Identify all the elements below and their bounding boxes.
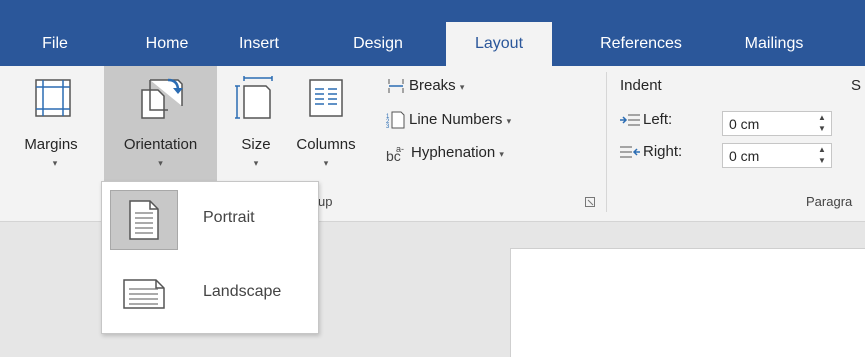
margins-button[interactable]: Margins ▾ xyxy=(12,72,98,192)
document-page[interactable] xyxy=(510,248,865,357)
indent-left-label: Left: xyxy=(643,111,673,128)
landscape-icon xyxy=(123,279,165,309)
indent-left-spinner[interactable]: ▲ ▼ xyxy=(817,112,827,134)
line-numbers-caret: ▾ xyxy=(506,115,512,126)
breaks-label: Breaks xyxy=(409,77,456,94)
page-setup-group-label: up xyxy=(318,194,333,209)
spacing-heading: S xyxy=(851,77,862,94)
svg-text:a-: a- xyxy=(396,144,404,154)
breaks-icon xyxy=(388,79,404,94)
hyphenation-button[interactable]: bc a- Hyphenation ▾ xyxy=(386,143,504,163)
tab-references[interactable]: References xyxy=(580,22,702,66)
group-separator xyxy=(606,72,607,212)
orientation-caret: ▾ xyxy=(158,158,163,168)
indent-right-spinner[interactable]: ▲ ▼ xyxy=(817,144,827,166)
margins-icon xyxy=(35,79,71,117)
indent-right-label-row: Right: xyxy=(620,143,682,160)
indent-left-field[interactable]: 0 cm ▲ ▼ xyxy=(722,111,832,136)
size-button[interactable]: Size ▾ xyxy=(230,72,282,192)
portrait-icon xyxy=(129,200,159,240)
size-icon xyxy=(235,76,273,119)
orientation-option-portrait[interactable]: Portrait xyxy=(106,186,312,256)
landscape-label: Landscape xyxy=(203,283,282,300)
columns-caret: ▾ xyxy=(323,158,329,168)
hyphenation-icon: bc a- xyxy=(386,144,404,163)
tab-design[interactable]: Design xyxy=(338,22,418,66)
svg-text:3: 3 xyxy=(386,124,390,130)
orientation-dropdown: Portrait Landscape xyxy=(101,181,319,334)
size-caret: ▾ xyxy=(253,158,259,168)
landscape-thumb xyxy=(110,264,178,324)
tab-layout[interactable]: Layout xyxy=(446,22,552,66)
portrait-label: Portrait xyxy=(203,209,255,226)
indent-left-label-row: Left: xyxy=(620,111,672,128)
line-numbers-button[interactable]: 1 2 3 Line Numbers ▾ xyxy=(386,110,511,130)
indent-right-field[interactable]: 0 cm ▲ ▼ xyxy=(722,143,832,168)
columns-button[interactable]: Columns ▾ xyxy=(288,72,364,192)
orientation-option-landscape[interactable]: Landscape xyxy=(106,260,312,330)
columns-icon xyxy=(309,79,343,117)
paragraph-group-label: Paragra xyxy=(806,194,853,209)
orientation-label: Orientation xyxy=(123,136,198,153)
portrait-thumb xyxy=(110,190,178,250)
margins-label: Margins xyxy=(24,136,78,153)
columns-label: Columns xyxy=(296,136,356,153)
hyphenation-caret: ▾ xyxy=(499,148,504,159)
indent-left-value: 0 cm xyxy=(729,116,760,132)
tab-insert[interactable]: Insert xyxy=(222,22,296,66)
hyphenation-label: Hyphenation xyxy=(411,143,496,161)
dialog-launcher-icon[interactable] xyxy=(585,197,595,207)
indent-left-icon xyxy=(620,114,640,126)
tab-home[interactable]: Home xyxy=(128,22,206,66)
indent-right-value: 0 cm xyxy=(729,148,760,164)
tab-file[interactable]: File xyxy=(20,22,90,66)
indent-right-label: Right: xyxy=(643,143,683,160)
breaks-button[interactable]: Breaks ▾ xyxy=(386,77,464,95)
ribbon-tab-bar: File Home Insert Design Layout Reference… xyxy=(0,0,865,66)
indent-right-icon xyxy=(620,146,640,158)
breaks-caret: ▾ xyxy=(459,82,465,92)
orientation-icon xyxy=(141,78,183,119)
size-label: Size xyxy=(241,136,271,153)
line-numbers-icon: 1 2 3 xyxy=(386,111,405,130)
tab-mailings[interactable]: Mailings xyxy=(724,22,824,66)
orientation-button[interactable]: Orientation ▾ xyxy=(104,72,217,192)
line-numbers-label: Line Numbers xyxy=(409,110,503,128)
indent-heading: Indent xyxy=(620,77,662,94)
margins-caret: ▾ xyxy=(52,158,58,168)
